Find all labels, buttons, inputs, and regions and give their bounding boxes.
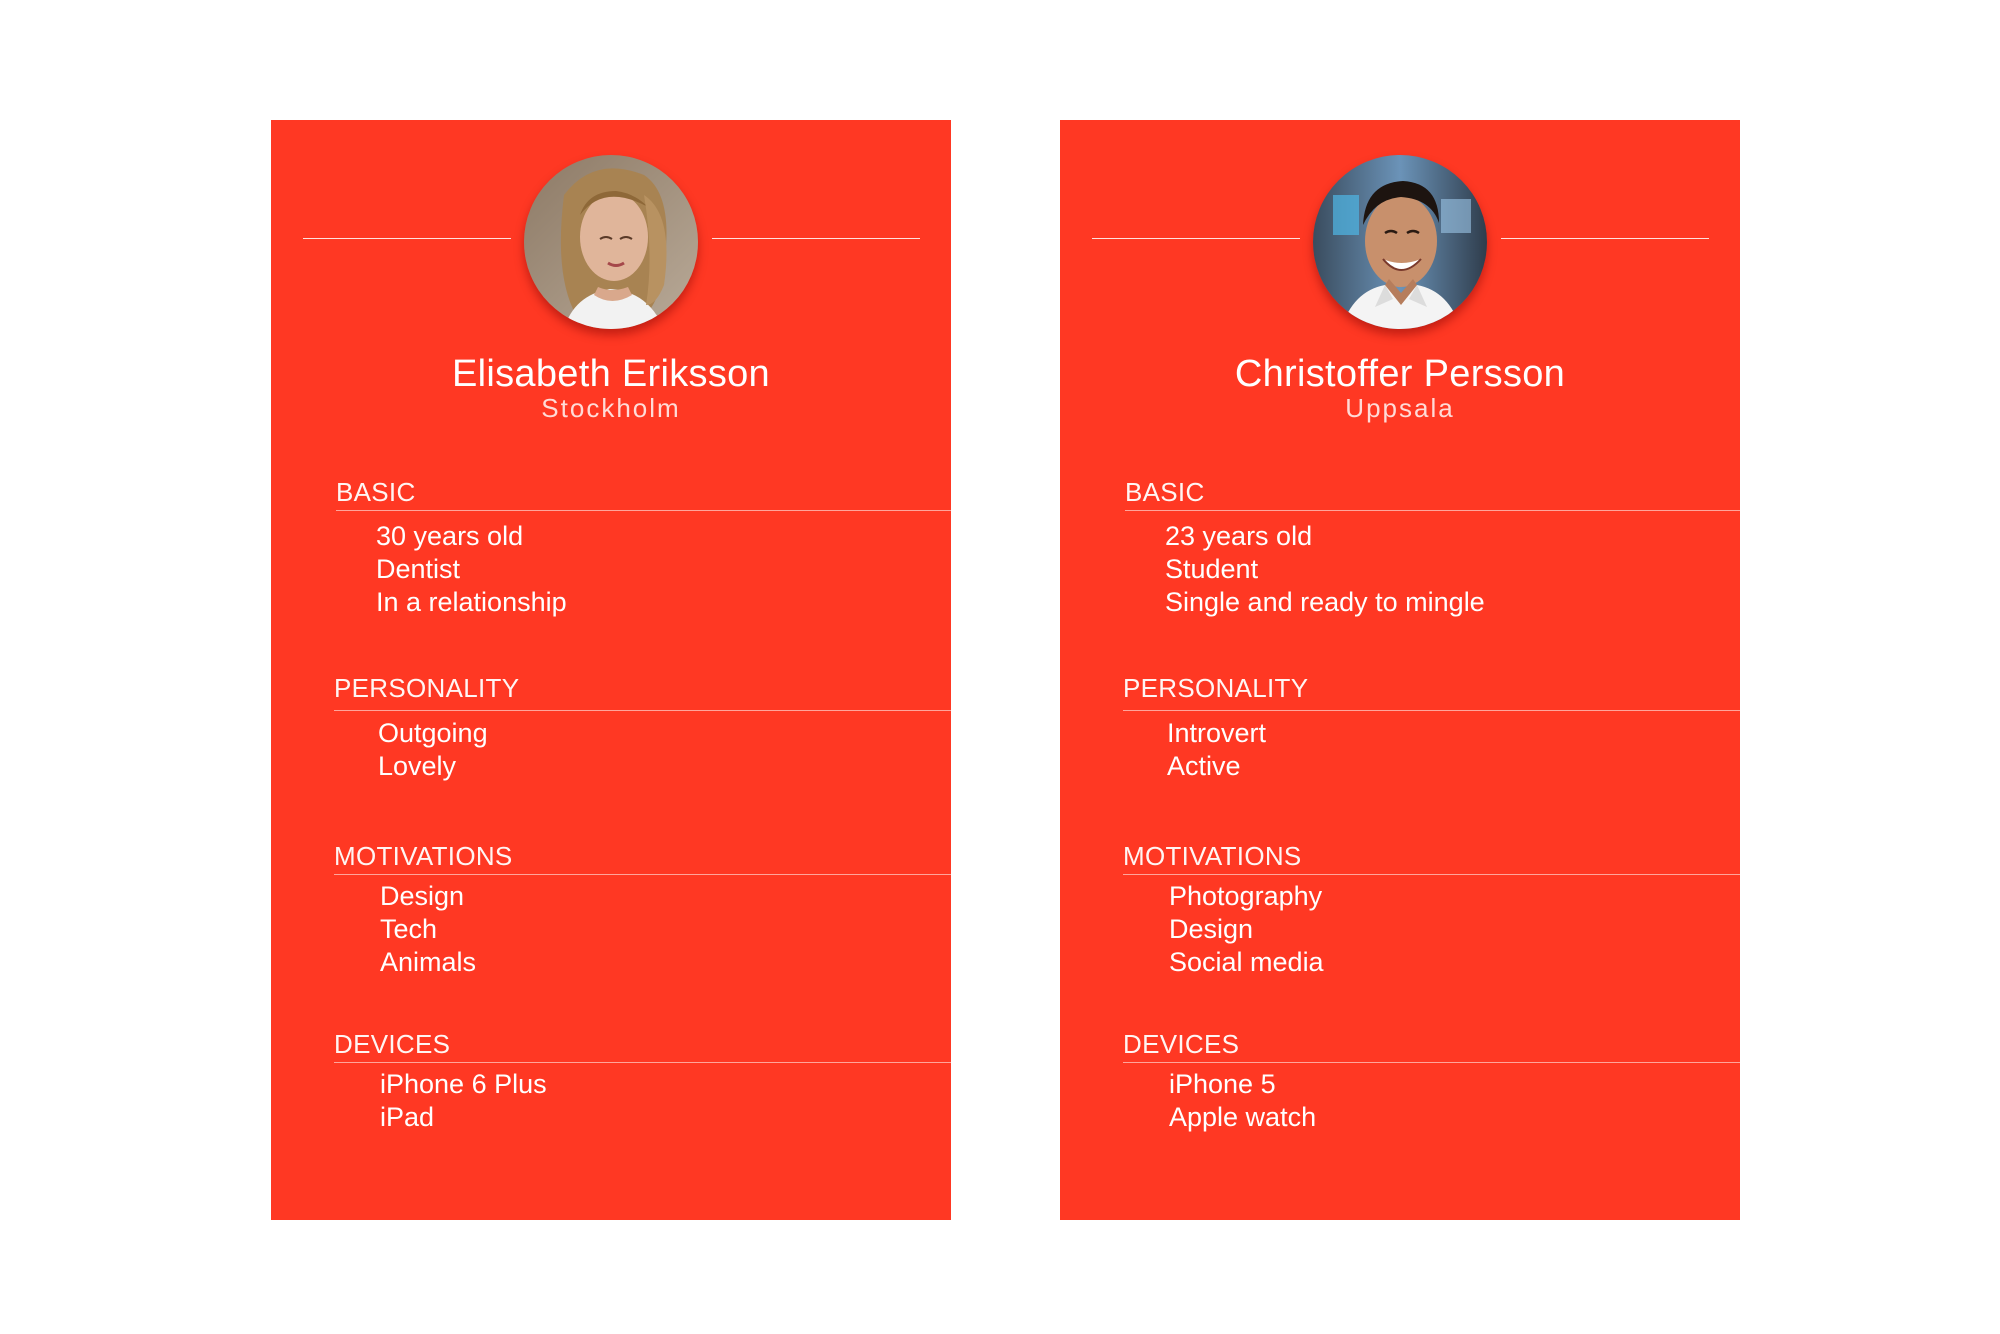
section-rule [1123,710,1740,711]
section-rule [336,510,951,511]
section-heading: BASIC [336,477,416,507]
section-list: Photography Design Social media [1169,880,1324,979]
section-list: iPhone 5 Apple watch [1169,1068,1316,1134]
list-item: Social media [1169,947,1324,977]
section-list: 30 years old Dentist In a relationship [376,520,567,619]
man-portrait-photo [1313,155,1487,329]
section-heading: DEVICES [334,1029,451,1059]
section-rule [334,874,951,875]
list-item: Photography [1169,881,1323,911]
list-item: Outgoing [378,718,488,748]
persona-city: Stockholm [541,393,681,423]
section-heading: PERSONALITY [334,673,520,703]
section-rule [1125,510,1740,511]
list-item: 23 years old [1165,521,1313,551]
section-rule [1123,1062,1740,1063]
list-item: Single and ready to mingle [1165,587,1485,617]
list-item: In a relationship [376,587,567,617]
list-item: iPad [380,1102,435,1132]
list-item: 30 years old [376,521,524,551]
list-item: Dentist [376,554,461,584]
list-item: iPhone 5 [1169,1069,1276,1099]
section-heading: PERSONALITY [1123,673,1309,703]
divider-line-left [1092,238,1300,239]
section-rule [334,1062,951,1063]
list-item: Lovely [378,751,457,781]
list-item: Active [1167,751,1241,781]
avatar [524,155,698,329]
list-item: Tech [380,914,438,944]
list-item: Student [1165,554,1259,584]
section-list: Design Tech Animals [380,880,476,979]
divider-line-right [1501,238,1709,239]
persona-name: Elisabeth Eriksson [452,353,770,395]
list-item: iPhone 6 Plus [380,1069,547,1099]
list-item: Design [380,881,465,911]
persona-name: Christoffer Persson [1234,353,1566,395]
persona-card-christoffer: Christoffer Persson Uppsala BASIC 23 yea… [1060,120,1740,1220]
section-list: 23 years old Student Single and ready to… [1165,520,1485,619]
list-item: Design [1169,914,1254,944]
section-rule [1123,874,1740,875]
list-item: Animals [380,947,477,977]
divider-line-left [303,238,511,239]
section-rule [334,710,951,711]
section-heading: DEVICES [1123,1029,1240,1059]
divider-line-right [712,238,920,239]
persona-card-elisabeth: Elisabeth Eriksson Stockholm BASIC 30 ye… [271,120,951,1220]
list-item: Apple watch [1169,1102,1317,1132]
section-heading: MOTIVATIONS [334,841,513,871]
list-item: Introvert [1167,718,1267,748]
section-heading: MOTIVATIONS [1123,841,1302,871]
woman-portrait-photo [524,155,698,329]
avatar [1313,155,1487,329]
section-list: Introvert Active [1167,717,1266,783]
section-heading: BASIC [1125,477,1205,507]
section-list: Outgoing Lovely [378,717,488,783]
persona-city: Uppsala [1345,393,1455,423]
section-list: iPhone 6 Plus iPad [380,1068,547,1134]
